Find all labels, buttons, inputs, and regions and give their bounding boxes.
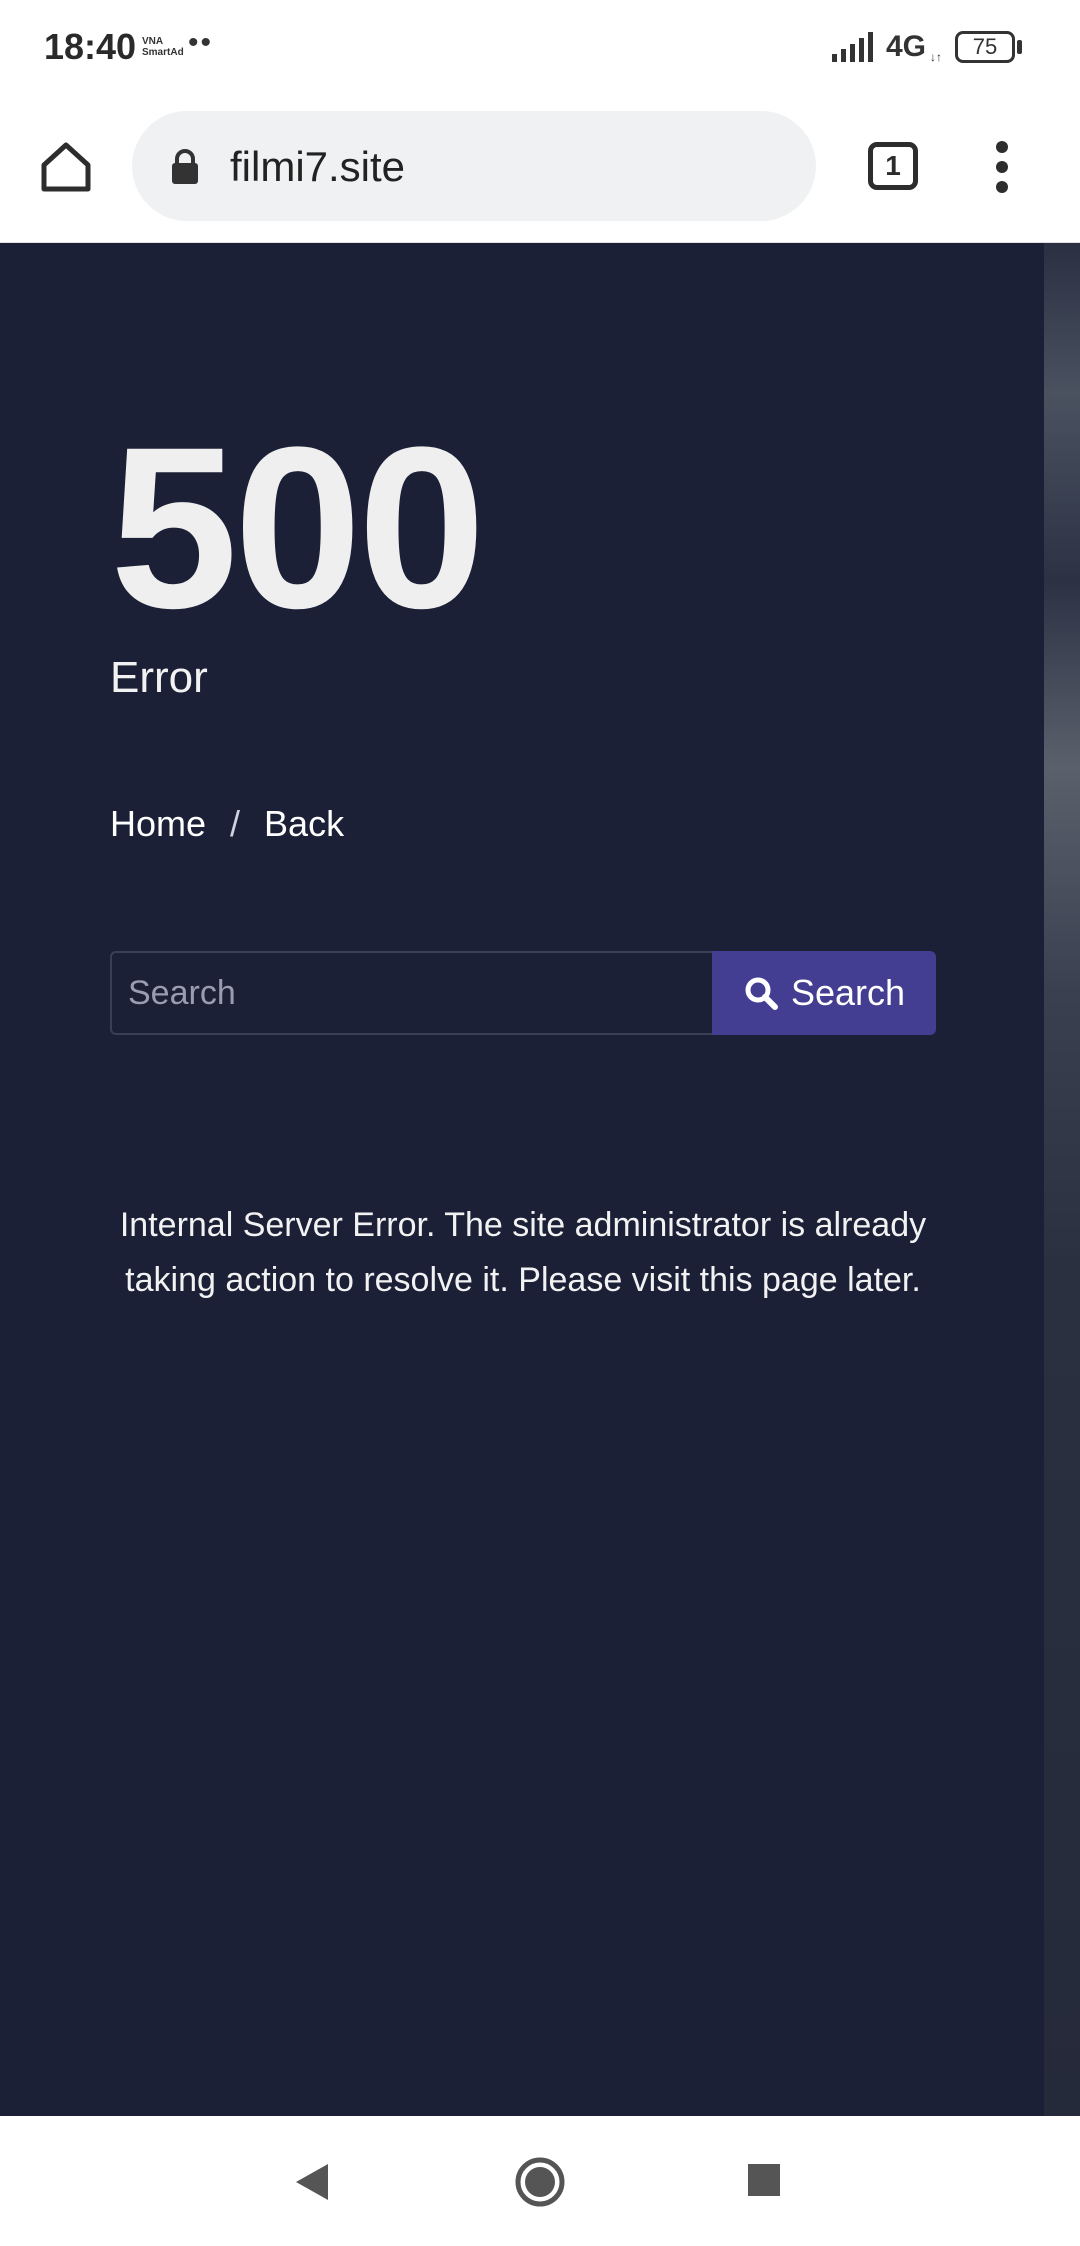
url-bar[interactable]: filmi7.site [132,111,816,221]
search-button[interactable]: Search [712,951,936,1035]
home-nav-icon[interactable] [514,2156,566,2208]
recents-icon[interactable] [748,2164,780,2196]
breadcrumb-separator: / [230,803,241,844]
signal-icon [832,32,873,62]
network-activity-icon: ↓↑ [930,50,942,64]
home-icon[interactable] [36,137,96,197]
error-code: 500 [110,399,486,656]
search-input[interactable] [110,951,714,1035]
breadcrumb: Home / Back [110,803,344,845]
status-bar: 18:40 VNA SmartAd •• 4G ↓↑ 75 [0,0,1080,95]
breadcrumb-back-link[interactable]: Back [264,803,344,844]
status-time: 18:40 [44,26,137,67]
notification-dots: •• [188,26,214,59]
search-form: Search [110,951,936,1035]
side-background-strip [1044,243,1080,2116]
menu-icon[interactable] [992,141,1012,197]
search-icon [745,977,778,1010]
battery-icon: 75 [955,31,1015,63]
error-page: 500 Error Home / Back Search Internal Serv… [0,243,1080,2116]
tabs-icon[interactable]: 1 [868,142,918,190]
url-text[interactable]: filmi7.site [230,143,405,191]
carrier-badge: VNA SmartAd [142,36,184,58]
error-message: Internal Server Error. The site administ… [119,1206,927,1299]
lock-icon [172,149,198,184]
network-type: 4G [886,30,927,63]
breadcrumb-home-link[interactable]: Home [110,803,206,844]
browser-toolbar: filmi7.site 1 [0,95,1080,243]
back-icon[interactable] [292,2160,332,2204]
battery-tip [1017,40,1022,54]
search-button-label: Search [790,972,906,1013]
error-label: Error [110,653,208,702]
system-nav-bar [0,2116,1080,2246]
